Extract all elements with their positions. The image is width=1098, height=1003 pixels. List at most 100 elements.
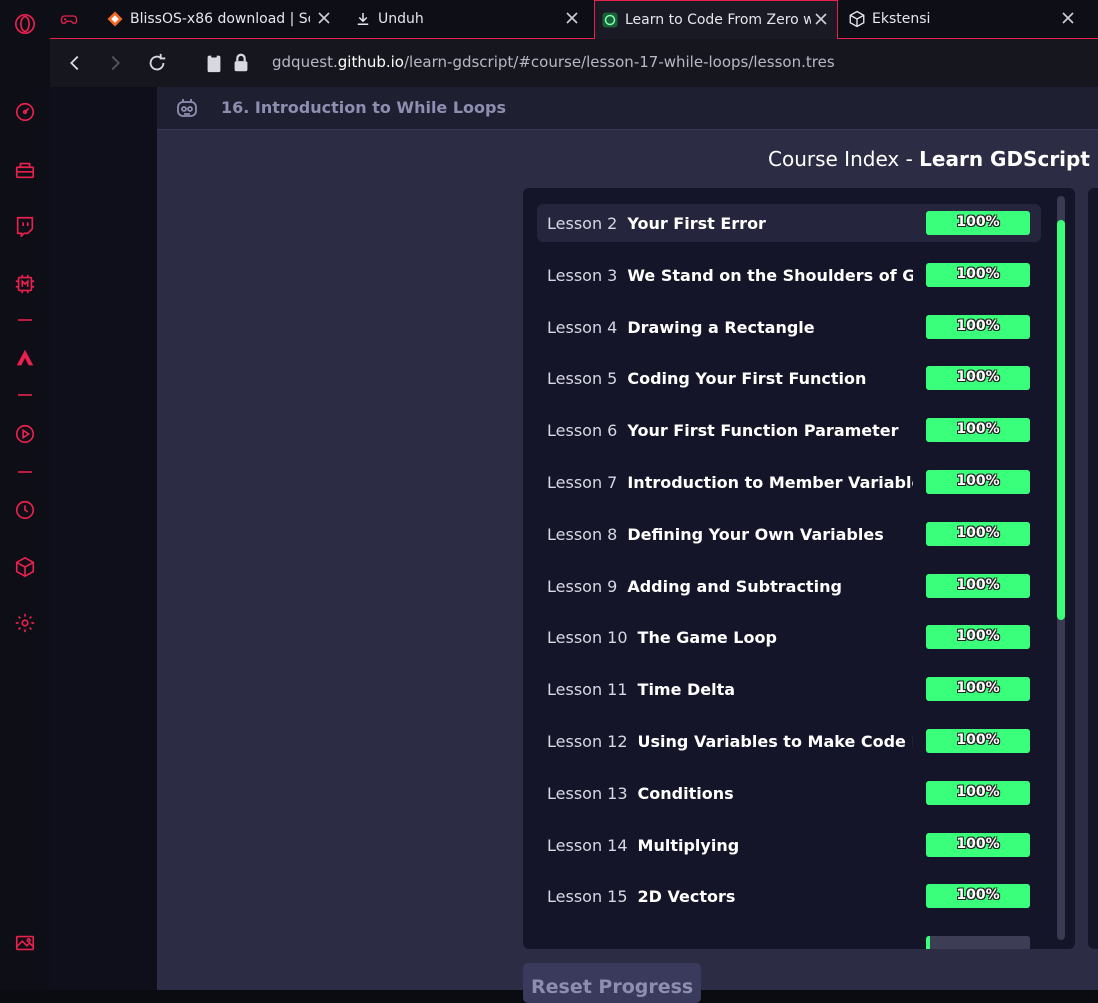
lesson-name: Defining Your Own Variables: [627, 524, 884, 544]
lesson-progress-bar: 100%: [926, 884, 1030, 909]
lesson-row[interactable]: Lesson 9 Adding and Subtracting 100%: [537, 567, 1041, 605]
lesson-label: Lesson 12 Using Variables to Make Code Ea: [547, 732, 913, 751]
lesson-number: Lesson 4: [547, 317, 618, 337]
lesson-progress-bar: 100%: [926, 211, 1030, 235]
tab-title: Unduh: [378, 11, 424, 27]
lesson-progress-bar: 100%: [926, 314, 1030, 339]
url-field[interactable]: gdquest.github.io/learn-gdscript/#course…: [272, 53, 835, 71]
lesson-name: We Stand on the Shoulders of Gia: [627, 265, 913, 285]
lesson-row[interactable]: Lesson 15 2D Vectors 100%: [537, 877, 1041, 915]
lesson-label: Lesson 7 Introduction to Member Variable: [547, 473, 913, 492]
lesson-row[interactable]: Lesson 5 Coding Your First Function 100%: [537, 359, 1041, 397]
opera-logo-icon[interactable]: [13, 12, 37, 36]
scrollbar-track[interactable]: [1057, 196, 1065, 940]
shopping-icon[interactable]: [13, 158, 37, 182]
lesson-row[interactable]: [537, 929, 1041, 949]
lesson-number: Lesson 9: [547, 576, 618, 596]
sidebar-divider: [18, 319, 32, 321]
lesson-progress-bar: 100%: [926, 418, 1030, 443]
lesson-label: Lesson 11 Time Delta: [547, 680, 913, 699]
lesson-number: Lesson 15: [547, 887, 628, 907]
lesson-label: Lesson 4 Drawing a Rectangle: [547, 318, 913, 337]
extensions-icon[interactable]: [13, 555, 37, 579]
aria-icon[interactable]: [13, 346, 37, 370]
progress-percent: 100%: [956, 524, 1000, 541]
lesson-name: Coding Your First Function: [627, 369, 867, 389]
address-bar: gdquest.github.io/learn-gdscript/#course…: [50, 39, 1098, 87]
lesson-row[interactable]: Lesson 11 Time Delta 100%: [537, 670, 1041, 708]
lesson-label: Lesson 15 2D Vectors: [547, 887, 913, 906]
tab-learn-to-code[interactable]: Learn to Code From Zero w: [594, 0, 838, 39]
progress-percent: 100%: [956, 473, 1000, 489]
progress-percent: 100%: [956, 576, 1000, 593]
left-strip: [50, 87, 157, 990]
clipboard-icon[interactable]: [203, 52, 221, 74]
lesson-label: Lesson 5 Coding Your First Function: [547, 369, 913, 388]
lesson-label: [547, 939, 913, 949]
gx-control-icon[interactable]: [13, 272, 37, 296]
close-icon[interactable]: [1060, 10, 1076, 26]
lesson-progress-bar: 100%: [926, 729, 1030, 753]
lesson-name: Your First Function Parameter: [627, 421, 899, 441]
sourceforge-icon: [106, 10, 124, 28]
progress-percent: 100%: [956, 887, 1000, 904]
progress-fill: [926, 936, 931, 949]
lesson-row[interactable]: Lesson 14 Multiplying 100%: [537, 826, 1041, 864]
course-index-title: Course Index - Learn GDScript I: [768, 147, 1098, 171]
progress-percent: 100%: [956, 369, 1000, 386]
lesson-label: Lesson 3 We Stand on the Shoulders of Gia: [547, 266, 913, 285]
tab-ekstensi[interactable]: Ekstensi: [848, 0, 1084, 38]
close-icon[interactable]: [316, 10, 332, 26]
back-button[interactable]: [64, 52, 86, 74]
tab-blissos[interactable]: BlissOS-x86 download | Sou: [106, 0, 340, 38]
settings-gear-icon[interactable]: [13, 611, 37, 635]
lesson-number: Lesson 6: [547, 421, 618, 441]
forward-button[interactable]: [104, 52, 126, 74]
url-path: /learn-gdscript/#course/lesson-17-while-…: [403, 53, 835, 71]
lesson-name: Introduction to Member Variable: [627, 473, 913, 492]
course-name: Learn GDScript I: [919, 147, 1098, 171]
gamepad-icon: [60, 10, 78, 28]
lesson-label: Lesson 9 Adding and Subtracting: [547, 577, 913, 596]
lesson-row[interactable]: Lesson 3 We Stand on the Shoulders of Gia…: [537, 256, 1041, 294]
lesson-row[interactable]: Lesson 8 Defining Your Own Variables 100%: [537, 515, 1041, 553]
lesson-progress-bar: [926, 936, 1030, 949]
lesson-progress-bar: 100%: [926, 832, 1030, 857]
scrollbar-thumb[interactable]: [1057, 220, 1065, 620]
history-icon[interactable]: [13, 498, 37, 522]
progress-percent: 100%: [956, 783, 1000, 800]
close-icon[interactable]: [813, 11, 829, 27]
reset-progress-button[interactable]: Reset Progress: [523, 963, 701, 1003]
speed-dial-icon[interactable]: [13, 100, 37, 124]
lesson-row[interactable]: Lesson 6 Your First Function Parameter 100…: [537, 411, 1041, 449]
lesson-progress-bar: 100%: [926, 521, 1030, 546]
lesson-label: Lesson 14 Multiplying: [547, 836, 913, 855]
progress-percent: 100%: [956, 628, 1000, 645]
url-host: github.io: [337, 53, 404, 71]
lock-icon[interactable]: [230, 52, 248, 74]
lesson-row[interactable]: Lesson 2 Your First Error 100%: [537, 204, 1041, 242]
progress-percent: 100%: [956, 265, 1000, 282]
reload-button[interactable]: [146, 52, 168, 74]
lesson-progress-bar: 100%: [926, 262, 1030, 287]
lesson-row[interactable]: Lesson 13 Conditions 100%: [537, 774, 1041, 812]
lesson-row[interactable]: Lesson 12 Using Variables to Make Code Ea…: [537, 722, 1041, 760]
tab-unduh[interactable]: Unduh: [354, 0, 588, 38]
image-gallery-icon[interactable]: [13, 931, 37, 955]
lesson-progress-bar: 100%: [926, 470, 1030, 494]
lesson-header: 16. Introduction to While Loops: [157, 87, 1098, 130]
progress-percent: 100%: [956, 835, 1000, 852]
tab-gaming[interactable]: [60, 0, 90, 38]
lesson-row[interactable]: Lesson 10 The Game Loop 100%: [537, 618, 1041, 656]
tab-title: Learn to Code From Zero w: [625, 12, 811, 28]
lesson-name: Conditions: [637, 783, 734, 803]
close-icon[interactable]: [564, 10, 580, 26]
lesson-name: The Game Loop: [637, 628, 777, 648]
lesson-label: Lesson 8 Defining Your Own Variables: [547, 525, 913, 544]
lesson-name: Adding and Subtracting: [627, 576, 842, 596]
twitch-icon[interactable]: [13, 214, 37, 238]
progress-percent: 100%: [956, 214, 1000, 230]
lesson-row[interactable]: Lesson 7 Introduction to Member Variable 1…: [537, 463, 1041, 501]
player-icon[interactable]: [13, 422, 37, 446]
lesson-row[interactable]: Lesson 4 Drawing a Rectangle 100%: [537, 308, 1041, 346]
